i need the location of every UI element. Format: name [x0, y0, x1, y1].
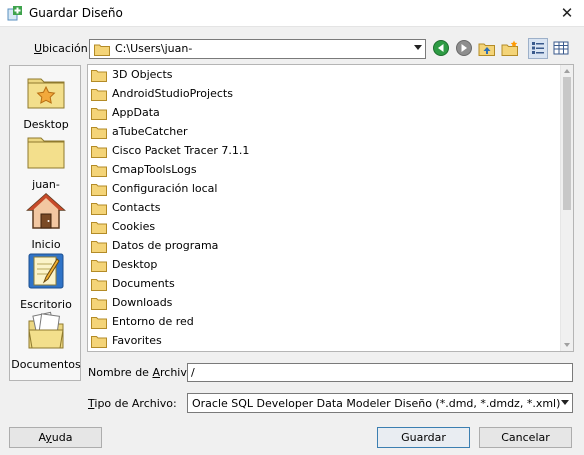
folder-icon [94, 44, 110, 56]
location-label: Ubicación: [34, 42, 92, 55]
filetype-label: Tipo de Archivo: [88, 397, 177, 410]
filetype-select[interactable]: Oracle SQL Developer Data Modeler Diseño… [187, 393, 573, 413]
folder-icon [91, 203, 107, 215]
folder-icon [91, 127, 107, 139]
places-bar: Desktop juan- Inicio Escritorio Document… [9, 65, 81, 381]
details-view-icon [553, 41, 569, 55]
place-label: Documentos [11, 358, 81, 371]
scrollbar-thumb[interactable] [563, 77, 571, 210]
user-folder-icon [27, 137, 65, 169]
back-button[interactable] [431, 38, 451, 59]
chevron-down-icon [561, 400, 569, 405]
back-icon [433, 40, 449, 56]
new-folder-icon [501, 40, 518, 56]
window-title: Guardar Diseño [29, 6, 123, 20]
place-label: juan- [32, 178, 60, 191]
folder-icon [91, 70, 107, 82]
close-icon: ✕ [560, 4, 574, 22]
folder-icon [91, 108, 107, 120]
folder-icon [91, 260, 107, 272]
file-name: Downloads [112, 296, 173, 309]
forward-button[interactable] [454, 38, 474, 59]
vertical-scrollbar[interactable] [560, 65, 573, 351]
chevron-down-icon [414, 45, 422, 50]
file-name: AppData [112, 106, 160, 119]
folder-icon [91, 317, 107, 329]
file-name: Entorno de red [112, 315, 194, 328]
file-name: Datos de programa [112, 239, 219, 252]
details-view-button[interactable] [551, 38, 571, 59]
folder-icon [91, 222, 107, 234]
place-home[interactable]: Inicio [10, 191, 82, 251]
place-documentos[interactable]: Documentos [10, 311, 82, 371]
new-folder-button[interactable] [500, 38, 520, 59]
up-folder-button[interactable] [477, 38, 497, 59]
folder-icon [91, 279, 107, 291]
home-icon [26, 192, 66, 229]
file-name: 3D Objects [112, 68, 173, 81]
file-name: Documents [112, 277, 175, 290]
file-list[interactable]: 3D Objects AndroidStudioProjects AppData aT… [87, 64, 574, 352]
location-path: C:\Users\juan- [115, 42, 193, 55]
desktop-folder-icon [27, 78, 65, 109]
place-label: Inicio [31, 238, 61, 251]
file-name: aTubeCatcher [112, 125, 188, 138]
save-button[interactable]: Guardar [377, 427, 470, 448]
file-name: Cookies [112, 220, 156, 233]
scroll-down-icon[interactable] [564, 343, 570, 347]
file-name: Cisco Packet Tracer 7.1.1 [112, 144, 250, 157]
folder-icon [91, 165, 107, 177]
file-name: AndroidStudioProjects [112, 87, 233, 100]
filename-label: Nombre de Archivo: [88, 366, 198, 379]
place-user-folder[interactable]: juan- [10, 131, 82, 191]
file-name: Contacts [112, 201, 161, 214]
scroll-up-icon[interactable] [564, 69, 570, 73]
place-escritorio[interactable]: Escritorio [10, 251, 82, 311]
filename-input[interactable] [187, 363, 573, 382]
documents-folder-icon [28, 311, 64, 349]
cancel-button[interactable]: Cancelar [479, 427, 572, 448]
folder-icon [91, 336, 107, 348]
file-name: CmapToolsLogs [112, 163, 197, 176]
folder-icon [91, 241, 107, 253]
place-label: Desktop [23, 118, 69, 131]
close-button[interactable]: ✕ [550, 0, 584, 27]
folder-icon [91, 89, 107, 101]
list-view-button[interactable] [528, 38, 548, 59]
place-desktop[interactable]: Desktop [10, 71, 82, 131]
notepad-icon [28, 253, 64, 289]
folder-icon [91, 146, 107, 158]
title-bar: Guardar Diseño ✕ [0, 0, 584, 27]
folder-icon [91, 184, 107, 196]
file-name: Desktop [112, 258, 158, 271]
file-name: Favorites [112, 334, 162, 347]
location-combo[interactable]: C:\Users\juan- [89, 39, 426, 59]
folder-icon [91, 298, 107, 310]
up-folder-icon [478, 43, 495, 56]
list-view-icon [532, 42, 544, 54]
plus-document-icon [7, 6, 22, 21]
help-button[interactable]: Ayuda [9, 427, 102, 448]
forward-icon [456, 40, 472, 56]
file-name: Configuración local [112, 182, 218, 195]
place-label: Escritorio [20, 298, 72, 311]
filetype-value: Oracle SQL Developer Data Modeler Diseño… [192, 397, 561, 410]
